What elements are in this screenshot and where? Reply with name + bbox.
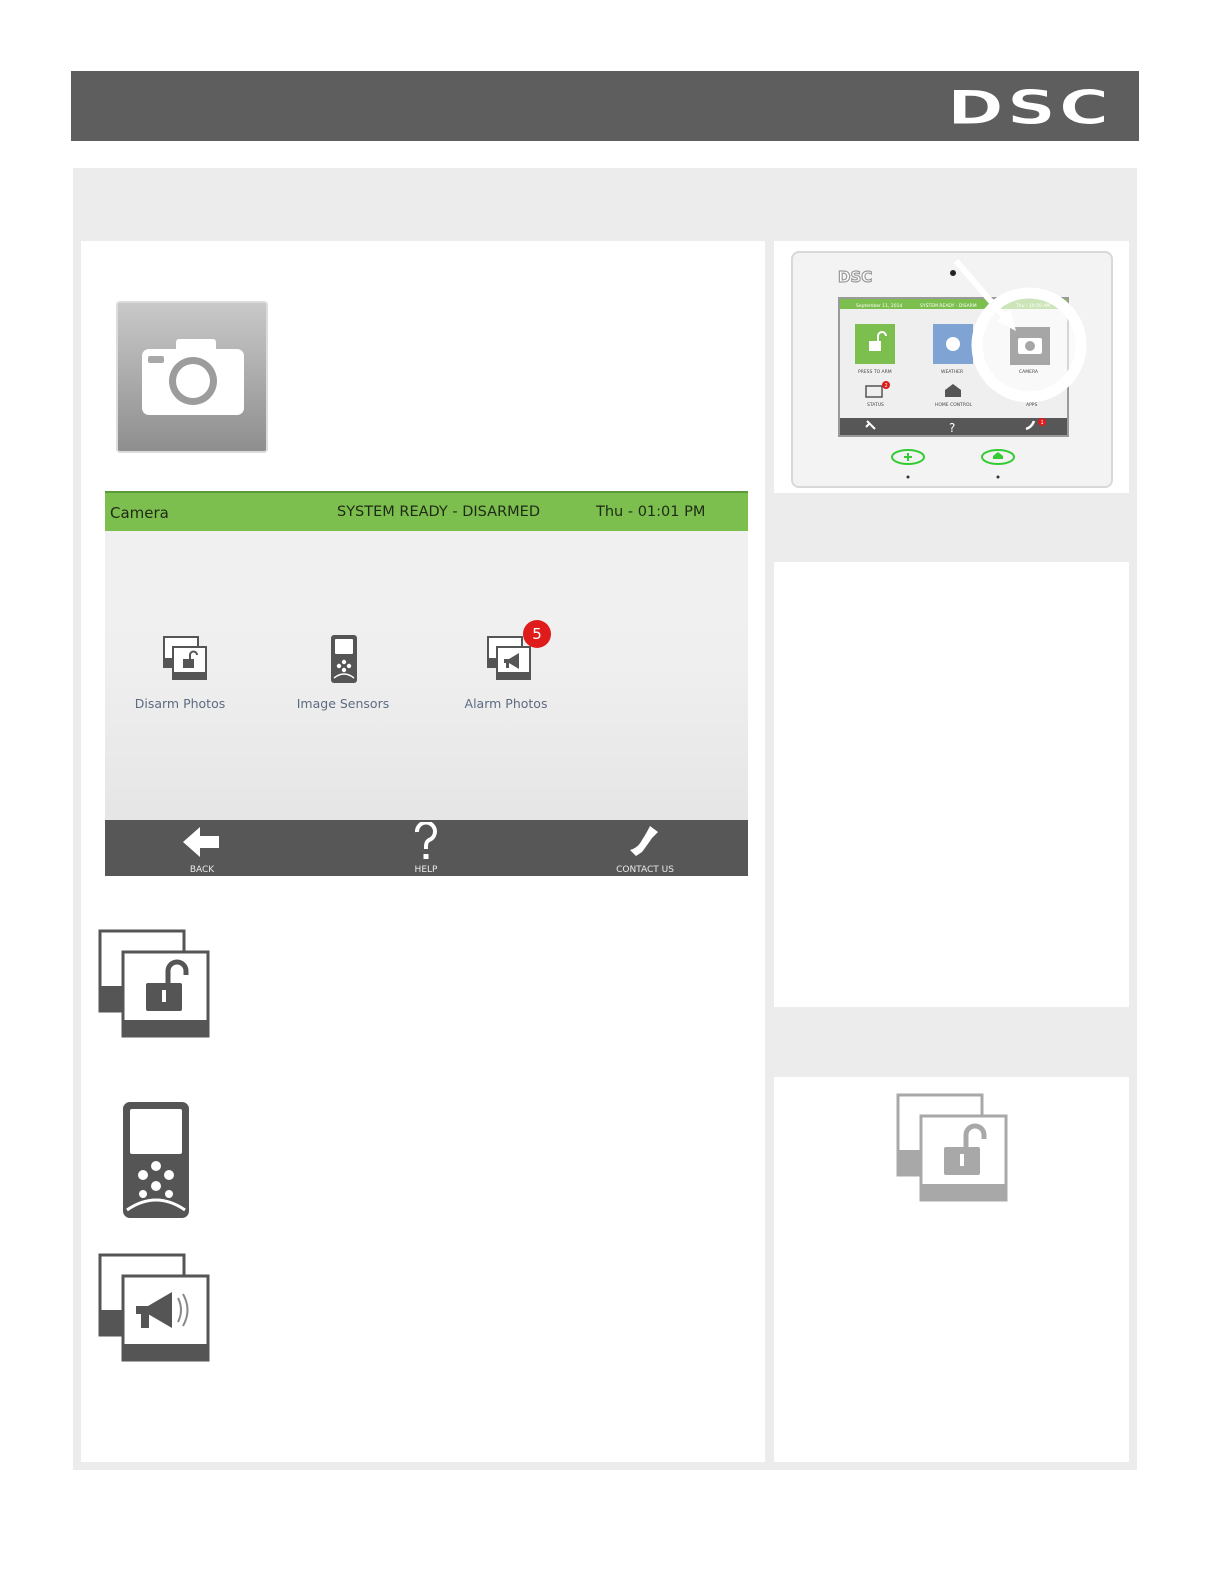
tile-alarm-photos[interactable]: Alarm Photos [436,634,576,714]
image-sensor-icon [331,635,357,683]
panel-status-badge: 2 [885,383,888,389]
sidebar-box [774,562,1129,1007]
screen-title: Camera [110,504,169,522]
disarm-photos-icon [163,636,207,680]
back-label: BACK [189,865,215,875]
phone-icon [630,826,658,856]
svg-text:?: ? [949,421,955,435]
camera-app-icon [116,301,268,453]
camera-screen: Camera SYSTEM READY - DISARMED Thu - 01:… [105,491,748,876]
dsc-logo-text: DSC [947,83,1112,133]
help-button[interactable]: HELP [371,820,481,876]
tile-label-image-sensors: Image Sensors [296,696,390,711]
image-sensor-large-icon [121,1100,191,1225]
panel-date: September 11, 2014 [856,303,902,309]
disarm-photos-large-icon [96,928,212,1045]
page-header: DSC [71,71,1139,141]
back-arrow-icon [183,827,219,857]
panel-tile-arm: PRESS TO ARM [858,369,892,375]
panel-tile-apps: APPS [1026,402,1038,408]
panel-tile-home: HOME CONTROL [935,402,973,408]
tile-label-disarm-photos: Disarm Photos [134,696,226,711]
help-icon [415,822,437,859]
alarm-photos-large-icon [96,1252,212,1369]
control-panel-image: DSC September 11, 2014 SYSTEM READY - DI… [790,251,1114,489]
tile-label-alarm-photos: Alarm Photos [464,696,548,711]
help-label: HELP [414,865,438,875]
back-button[interactable]: BACK [147,820,257,876]
contact-us-label: CONTACT US [616,865,674,875]
date-time: Thu - 01:01 PM [596,504,706,520]
tile-disarm-photos[interactable]: Disarm Photos [110,634,250,714]
panel-logo-text: DSC [838,268,872,286]
tile-image-sensors[interactable]: Image Sensors [273,634,413,714]
panel-status: SYSTEM READY - DISARM [920,303,977,309]
contact-us-button[interactable]: CONTACT US [590,820,700,876]
panel-tile-status: STATUS [867,402,884,408]
system-status: SYSTEM READY - DISARMED [337,504,540,520]
panel-contact-badge: 1 [1041,420,1044,426]
alarm-photos-badge: 5 [523,620,551,648]
panel-tile-weather: WEATHER [941,369,963,375]
disarm-photos-sidebar-icon [894,1092,1010,1209]
bottom-nav-bar: BACK HELP CONTACT US [105,820,748,876]
dsc-logo: DSC [947,83,1112,133]
status-bar: Camera SYSTEM READY - DISARMED Thu - 01:… [105,491,748,531]
panel-tile-camera: CAMERA [1019,369,1039,375]
